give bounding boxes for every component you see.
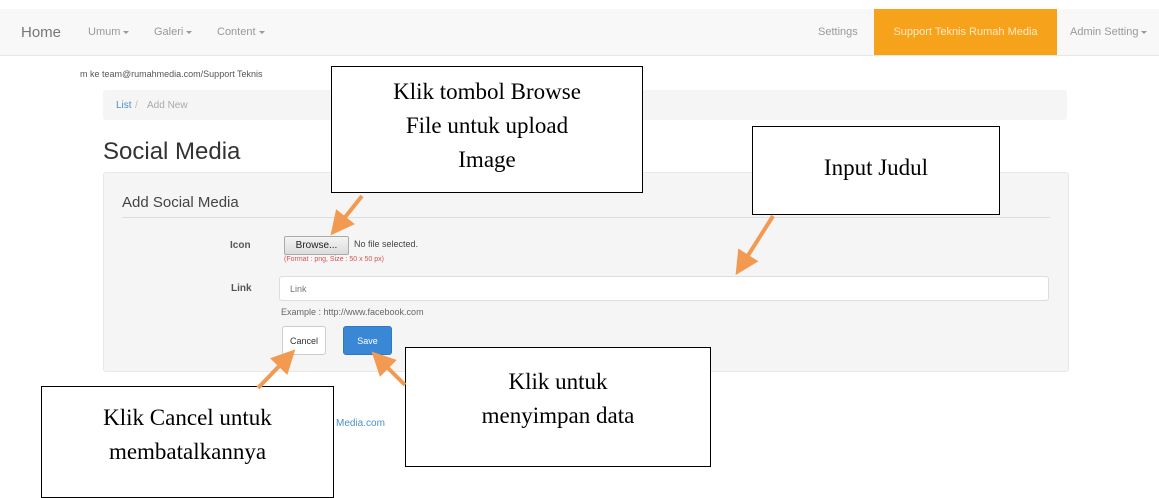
callout-cancel-line: Klik Cancel untuk — [103, 405, 272, 430]
callout-browse: Klik tombol Browse File untuk upload Ima… — [331, 66, 643, 193]
callout-browse-line: Image — [458, 147, 516, 172]
info-text: m ke team@rumahmedia.com/Support Teknis — [80, 69, 263, 79]
nav-menu-galeri[interactable]: Galeri — [154, 26, 193, 38]
nav-admin-setting-menu[interactable]: Admin Setting — [1070, 26, 1148, 38]
link-example-text: Example : http://www.facebook.com — [281, 307, 424, 317]
nav-menu-content-label: Content — [217, 26, 256, 38]
panel-title: Add Social Media — [122, 194, 239, 211]
callout-save-line: menyimpan data — [481, 403, 635, 428]
breadcrumb-list-link[interactable]: List — [116, 100, 132, 111]
cancel-button[interactable]: Cancel — [282, 326, 326, 355]
callout-save: Klik untuk menyimpan data — [405, 347, 711, 467]
link-input[interactable] — [279, 276, 1049, 301]
format-hint: (Format : png, Size : 50 x 50 px) — [284, 256, 384, 263]
chevron-down-icon — [123, 30, 130, 34]
callout-cancel-line: membatalkannya — [108, 439, 267, 464]
footer-text: Media.com — [336, 418, 385, 429]
chevron-down-icon — [186, 30, 193, 34]
nav-menu-umum[interactable]: Umum — [88, 26, 130, 38]
callout-judul-line: Input Judul — [823, 155, 929, 180]
callout-input-judul: Input Judul — [752, 126, 1000, 215]
chevron-down-icon — [258, 30, 265, 34]
link-field-label: Link — [231, 283, 252, 294]
page-title: Social Media — [103, 138, 241, 165]
nav-support-label: Support Teknis Rumah Media — [893, 26, 1038, 38]
nav-support-link[interactable]: Support Teknis Rumah Media — [874, 9, 1057, 55]
nav-menu-umum-label: Umum — [88, 26, 121, 38]
callout-save-line: Klik untuk — [508, 369, 608, 394]
browse-file-button[interactable]: Browse... — [284, 236, 349, 255]
panel-divider — [122, 217, 1050, 218]
no-file-selected-text: No file selected. — [354, 239, 419, 249]
callout-cancel: Klik Cancel untuk membatalkannya — [41, 386, 334, 498]
save-button[interactable]: Save — [343, 326, 392, 355]
callout-browse-line: File untuk upload — [405, 113, 569, 138]
top-navbar: Home Umum Galeri Content Settings Suppor… — [0, 9, 1159, 56]
breadcrumb-separator: / — [135, 100, 138, 111]
chevron-down-icon — [1141, 30, 1148, 34]
nav-home-link[interactable]: Home — [21, 24, 61, 41]
nav-menu-galeri-label: Galeri — [154, 26, 184, 38]
nav-settings-link[interactable]: Settings — [818, 26, 858, 38]
nav-admin-setting-label: Admin Setting — [1070, 26, 1139, 38]
breadcrumb-add-new[interactable]: Add New — [147, 100, 188, 111]
callout-browse-line: Klik tombol Browse — [393, 79, 581, 104]
nav-menu-content[interactable]: Content — [217, 26, 265, 38]
icon-field-label: Icon — [230, 240, 251, 251]
